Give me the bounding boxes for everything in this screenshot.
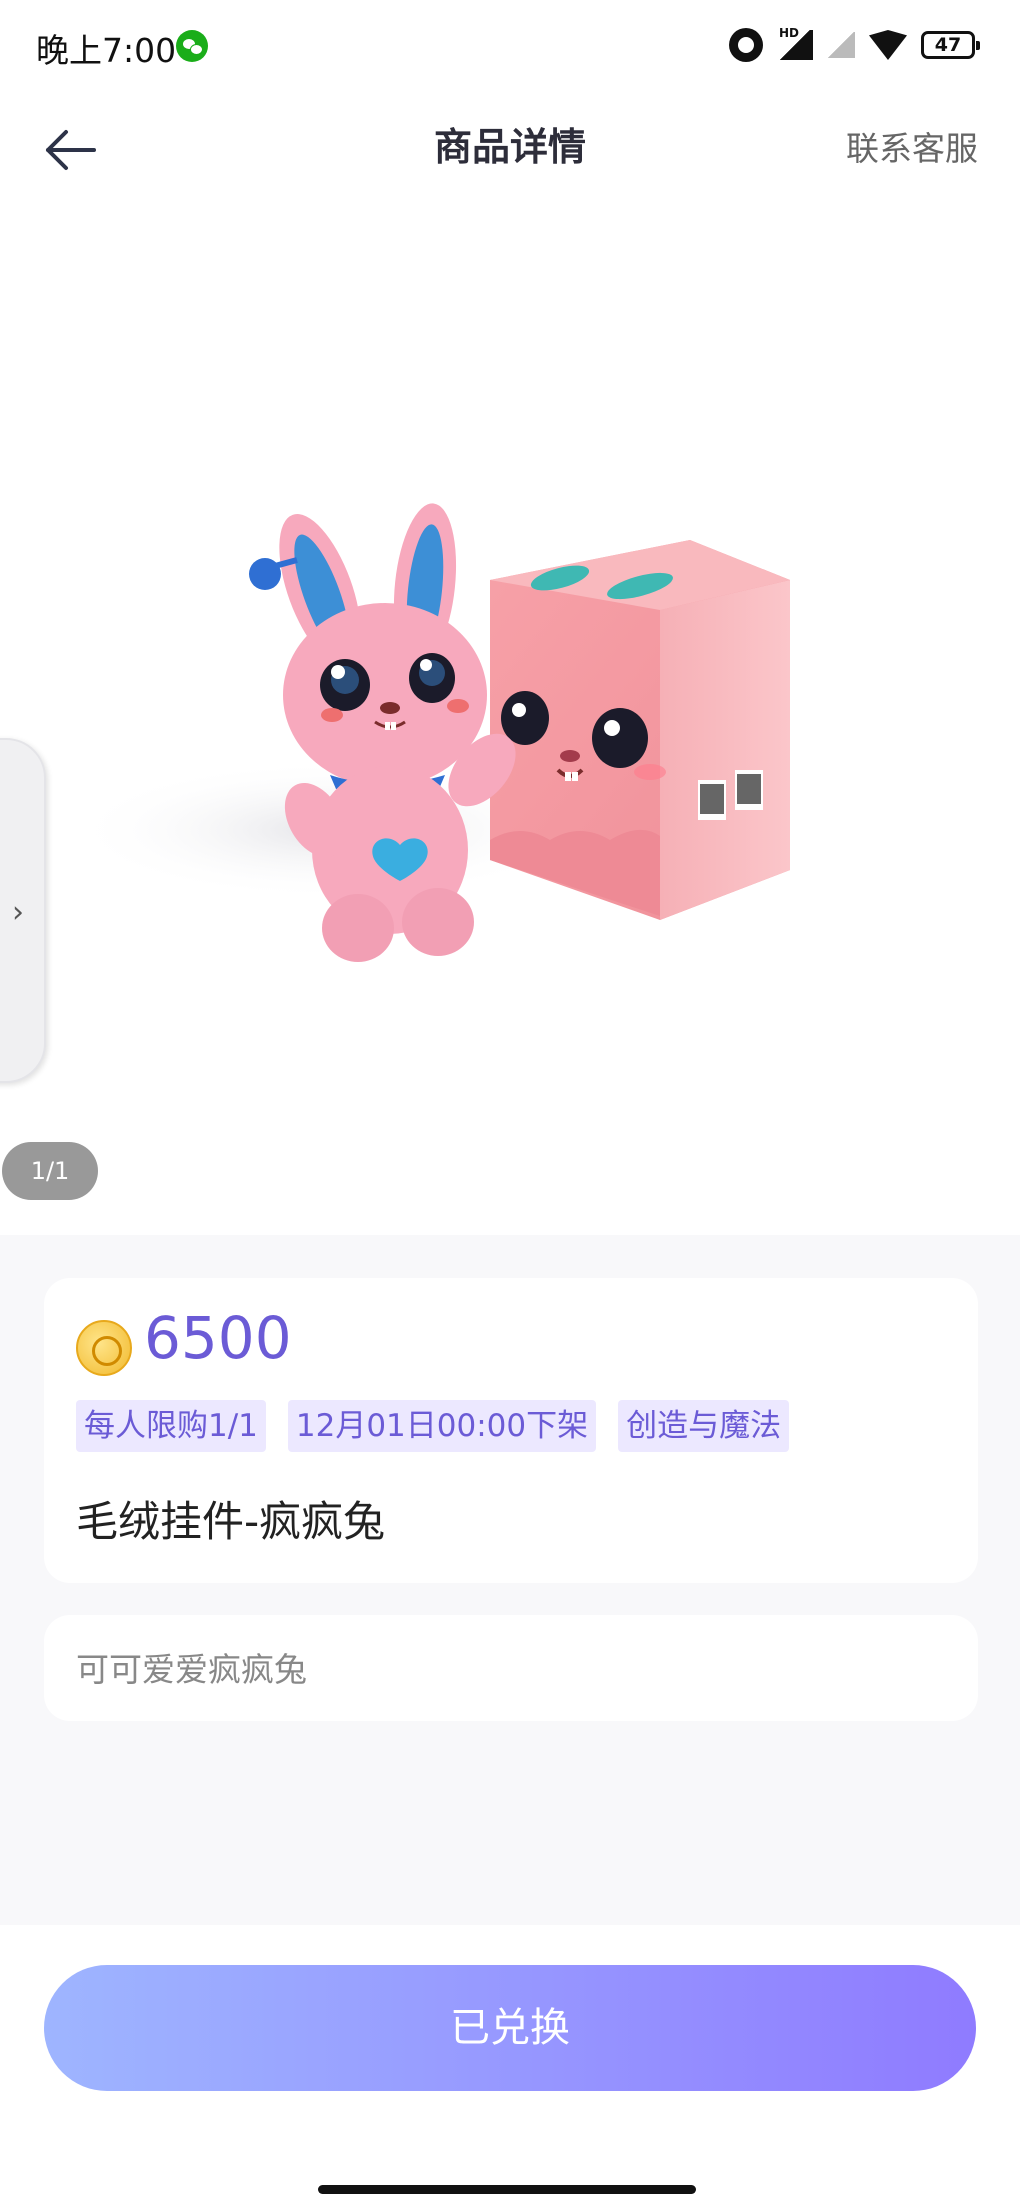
product-image <box>70 503 790 962</box>
product-tags: 每人限购1/1 12月01日00:00下架 创造与魔法 <box>76 1400 790 1452</box>
status-time: 晚上7:00 <box>36 31 177 70</box>
product-info-section: 6500 每人限购1/1 12月01日00:00下架 创造与魔法 毛绒挂件-疯疯… <box>0 1235 1020 1925</box>
battery-icon: 47 <box>921 31 980 59</box>
side-drawer-tab[interactable]: › <box>0 738 46 1083</box>
signal-icon: HD <box>777 26 813 60</box>
tag-purchase-limit: 每人限购1/1 <box>76 1400 266 1452</box>
wifi-icon <box>869 30 907 60</box>
home-indicator[interactable] <box>318 2185 696 2194</box>
status-bar: 晚上7:00 HD 47 <box>0 0 1020 90</box>
hd-label: HD <box>779 26 800 40</box>
product-description: 可可爱爱疯疯兔 <box>76 1650 307 1689</box>
tag-delist-time: 12月01日00:00下架 <box>287 1400 597 1452</box>
status-icons: HD 47 <box>729 22 980 68</box>
contact-support-link[interactable]: 联系客服 <box>846 122 978 170</box>
wechat-icon <box>176 30 208 62</box>
bottom-action-bar: 已兑换 <box>0 1925 1020 2210</box>
product-info-card: 6500 每人限购1/1 12月01日00:00下架 创造与魔法 毛绒挂件-疯疯… <box>44 1278 978 1583</box>
coin-icon <box>76 1320 132 1376</box>
chevron-right-icon: › <box>12 895 24 930</box>
image-page-counter: 1/1 <box>2 1142 98 1200</box>
alarm-icon <box>729 28 763 62</box>
tag-game: 创造与魔法 <box>618 1400 790 1452</box>
product-description-card: 可可爱爱疯疯兔 <box>44 1615 978 1721</box>
product-gallery[interactable]: › 1/1 <box>0 210 1020 1235</box>
product-price: 6500 <box>144 1304 292 1372</box>
secondary-signal-icon <box>827 32 855 58</box>
redeemed-button[interactable]: 已兑换 <box>44 1965 976 2091</box>
product-name: 毛绒挂件-疯疯兔 <box>76 1497 386 1546</box>
nav-header: 商品详情 联系客服 <box>0 90 1020 210</box>
